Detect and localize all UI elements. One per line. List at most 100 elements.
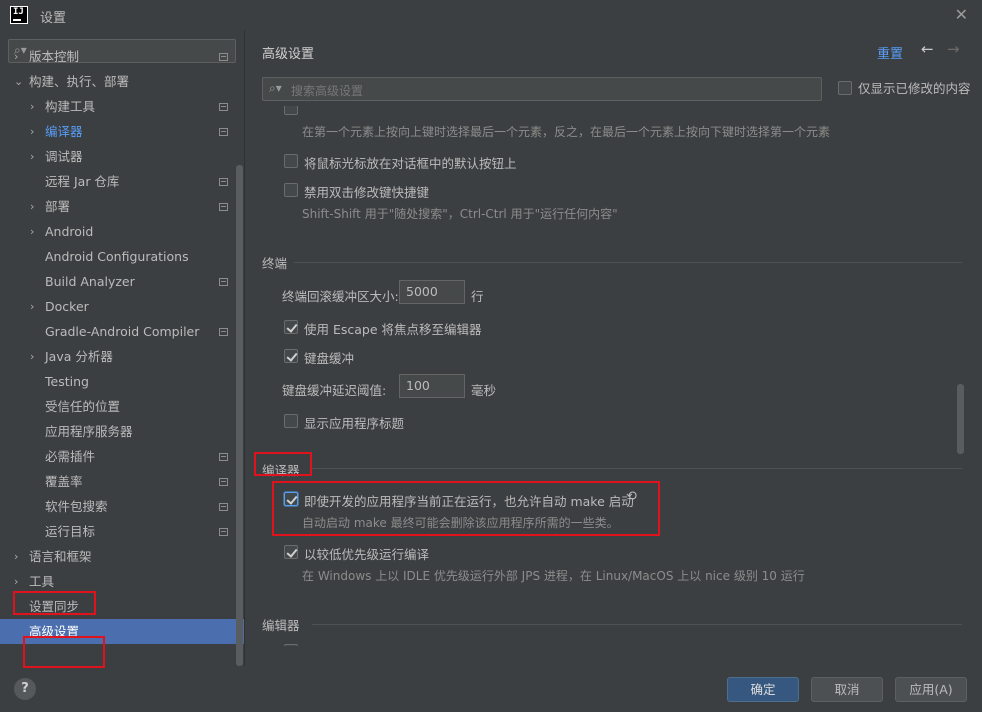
sidebar-item-label: 远程 Jar 仓库 bbox=[45, 174, 120, 189]
sidebar-item-label: 受信任的位置 bbox=[45, 399, 121, 414]
chevron-right-icon[interactable]: › bbox=[30, 219, 42, 244]
disable-double-modifier-checkbox[interactable] bbox=[284, 183, 298, 197]
escape-focus-checkbox[interactable] bbox=[284, 320, 298, 334]
sidebar-item[interactable]: 必需插件 bbox=[0, 444, 244, 469]
terminal-buffer-input[interactable]: 5000 bbox=[399, 280, 465, 304]
partial-editor-checkbox[interactable] bbox=[284, 644, 298, 646]
low-priority-desc: 在 Windows 上以 IDLE 优先级运行外部 JPS 进程，在 Linux… bbox=[302, 569, 805, 583]
chevron-right-icon[interactable]: › bbox=[30, 119, 42, 144]
chevron-right-icon[interactable]: › bbox=[30, 294, 42, 319]
sidebar-item[interactable]: 覆盖率 bbox=[0, 469, 244, 494]
project-level-icon bbox=[219, 478, 228, 486]
sidebar-item-label: 构建工具 bbox=[45, 99, 96, 114]
highlight-box-auto-make bbox=[272, 481, 660, 536]
apply-button[interactable]: 应用(A) bbox=[895, 677, 967, 702]
section-editor: 编辑器 bbox=[262, 618, 300, 633]
cancel-button[interactable]: 取消 bbox=[811, 677, 883, 702]
chevron-right-icon[interactable]: › bbox=[30, 144, 42, 169]
advanced-settings-panel: 高级设置 重置 ← → ⌕▾ 搜索高级设置 仅显示已修改的内容 在第一个元素上按… bbox=[246, 30, 982, 666]
advanced-search-input[interactable]: ⌕▾ 搜索高级设置 bbox=[262, 77, 822, 101]
escape-focus-label: 使用 Escape 将焦点移至编辑器 bbox=[304, 322, 482, 337]
sidebar-item[interactable]: ⌄ 构建、执行、部署 bbox=[0, 69, 244, 94]
sidebar-item-label: 部署 bbox=[45, 199, 71, 214]
project-level-icon bbox=[219, 453, 228, 461]
disable-double-modifier-desc: Shift-Shift 用于"随处搜索"，Ctrl-Ctrl 用于"运行任何内容… bbox=[302, 207, 618, 221]
sidebar-item[interactable]: 软件包搜索 bbox=[0, 494, 244, 519]
sidebar-item[interactable]: › 编译器 bbox=[0, 119, 244, 144]
sidebar-item[interactable]: Build Analyzer bbox=[0, 269, 244, 294]
chevron-right-icon[interactable]: › bbox=[14, 544, 26, 569]
chevron-down-icon[interactable]: ⌄ bbox=[14, 69, 26, 94]
only-modified-checkbox[interactable] bbox=[838, 81, 852, 95]
forward-arrow-icon[interactable]: → bbox=[947, 40, 960, 58]
page-title: 高级设置 bbox=[262, 47, 315, 62]
sidebar-item[interactable]: › 构建工具 bbox=[0, 94, 244, 119]
sidebar-item-label: Android bbox=[45, 224, 94, 239]
keyboard-buffer-label: 键盘缓冲 bbox=[304, 351, 355, 366]
project-level-icon bbox=[219, 103, 228, 111]
sidebar-item-label: Gradle-Android Compiler bbox=[45, 324, 200, 339]
sidebar-item[interactable]: › 部署 bbox=[0, 194, 244, 219]
title-bar: IJ 设置 ✕ bbox=[0, 0, 982, 30]
chevron-right-icon[interactable]: › bbox=[30, 194, 42, 219]
section-terminal: 终端 bbox=[262, 256, 288, 271]
sidebar-item[interactable]: 受信任的位置 bbox=[0, 394, 244, 419]
settings-dialog: IJ 设置 ✕ ⌕▾ › 版本控制 ⌄ 构建、执行、部署 › 构建工具 › 编译器 › 调试器 远程… bbox=[0, 0, 982, 712]
keyboard-delay-unit: 毫秒 bbox=[471, 383, 497, 398]
project-level-icon bbox=[219, 503, 228, 511]
sidebar-item[interactable]: Gradle-Android Compiler bbox=[0, 319, 244, 344]
sidebar-item[interactable]: Testing bbox=[0, 369, 244, 394]
chevron-right-icon[interactable]: › bbox=[14, 44, 26, 69]
ok-button[interactable]: 确定 bbox=[727, 677, 799, 702]
low-priority-checkbox[interactable] bbox=[284, 545, 298, 559]
partial-option-checkbox[interactable] bbox=[284, 106, 298, 115]
sidebar-item[interactable]: 运行目标 bbox=[0, 519, 244, 544]
highlight-box-tools bbox=[13, 591, 96, 615]
sidebar-item[interactable]: › Android bbox=[0, 219, 244, 244]
settings-tree: › 版本控制 ⌄ 构建、执行、部署 › 构建工具 › 编译器 › 调试器 远程 Jar 仓库 › 部署 ›… bbox=[0, 44, 244, 644]
show-app-title-checkbox[interactable] bbox=[284, 414, 298, 428]
sidebar-item[interactable]: › 语言和框架 bbox=[0, 544, 244, 569]
mouse-default-button-checkbox[interactable] bbox=[284, 154, 298, 168]
window-title: 设置 bbox=[40, 11, 67, 26]
intellij-logo-icon: IJ bbox=[10, 6, 28, 24]
terminal-buffer-unit: 行 bbox=[471, 289, 484, 304]
reset-link[interactable]: 重置 bbox=[877, 43, 903, 62]
highlight-box-compiler-section bbox=[254, 452, 312, 476]
back-arrow-icon[interactable]: ← bbox=[921, 40, 934, 58]
sidebar-item-label: 版本控制 bbox=[29, 49, 80, 64]
search-icon: ⌕▾ bbox=[269, 81, 282, 95]
sidebar-item[interactable]: › Docker bbox=[0, 294, 244, 319]
sidebar-item-label: Android Configurations bbox=[45, 249, 189, 264]
project-level-icon bbox=[219, 203, 228, 211]
cyclic-navigation-desc: 在第一个元素上按向上键时选择最后一个元素，反之，在最后一个元素上按向下键时选择第… bbox=[302, 125, 831, 139]
section-divider bbox=[312, 468, 962, 469]
sidebar-item[interactable]: › 版本控制 bbox=[0, 44, 244, 69]
settings-content: 在第一个元素上按向上键时选择最后一个元素，反之，在最后一个元素上按向下键时选择第… bbox=[246, 106, 982, 646]
keyboard-delay-input[interactable]: 100 bbox=[399, 374, 465, 398]
sidebar-item[interactable]: Android Configurations bbox=[0, 244, 244, 269]
sidebar-item[interactable]: › Java 分析器 bbox=[0, 344, 244, 369]
dialog-footer: ? 确定 取消 应用(A) bbox=[0, 666, 982, 712]
project-level-icon bbox=[219, 178, 228, 186]
sidebar-item[interactable]: › 调试器 bbox=[0, 144, 244, 169]
help-icon[interactable]: ? bbox=[14, 678, 36, 700]
project-level-icon bbox=[219, 128, 228, 136]
keyboard-delay-label: 键盘缓冲延迟阈值: bbox=[282, 383, 387, 398]
sidebar-item-label: 应用程序服务器 bbox=[45, 424, 133, 439]
sidebar-item[interactable]: 应用程序服务器 bbox=[0, 419, 244, 444]
section-divider bbox=[312, 624, 962, 625]
sidebar-scrollbar[interactable] bbox=[236, 165, 243, 666]
chevron-right-icon[interactable]: › bbox=[30, 344, 42, 369]
project-level-icon bbox=[219, 528, 228, 536]
terminal-buffer-label: 终端回滚缓冲区大小: bbox=[282, 289, 399, 304]
project-level-icon bbox=[219, 53, 228, 61]
sidebar-item-label: 运行目标 bbox=[45, 524, 96, 539]
close-icon[interactable]: ✕ bbox=[955, 5, 968, 24]
sidebar-item[interactable]: 远程 Jar 仓库 bbox=[0, 169, 244, 194]
only-modified-label: 仅显示已修改的内容 bbox=[858, 81, 971, 96]
content-scrollbar[interactable] bbox=[957, 384, 964, 454]
sidebar-item-label: Docker bbox=[45, 299, 89, 314]
keyboard-buffer-checkbox[interactable] bbox=[284, 349, 298, 363]
chevron-right-icon[interactable]: › bbox=[30, 94, 42, 119]
